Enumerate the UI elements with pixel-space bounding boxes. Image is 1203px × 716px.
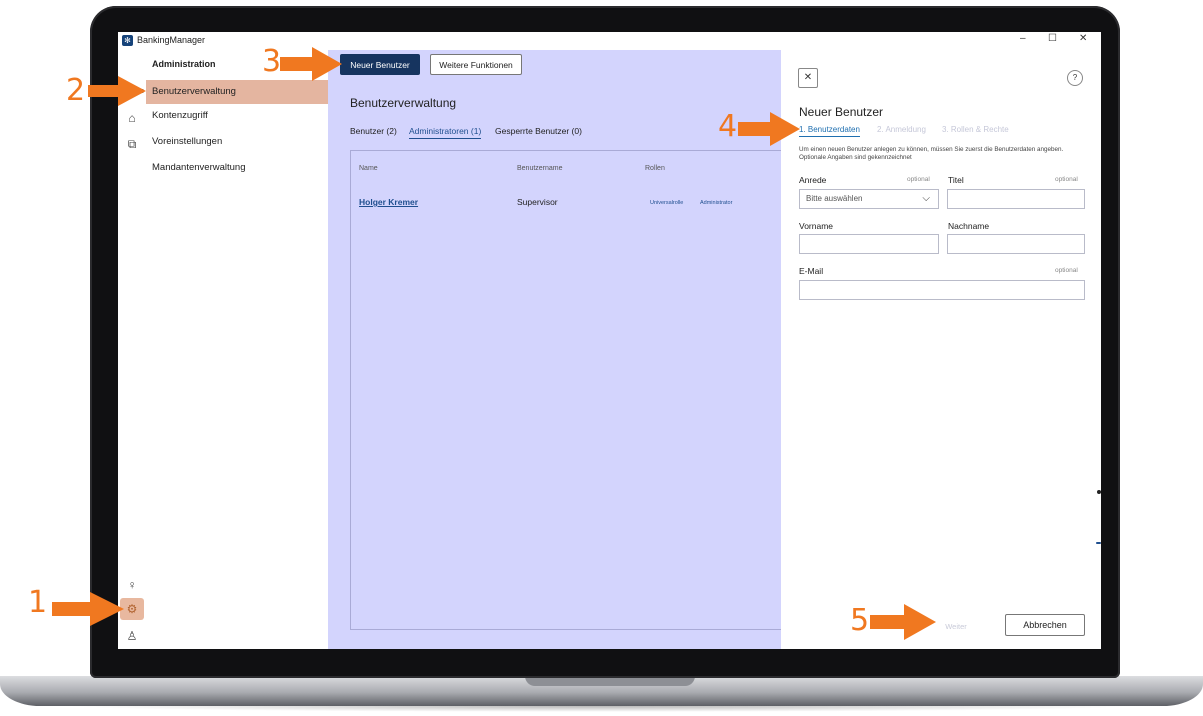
close-icon[interactable]: ✕ bbox=[798, 68, 818, 88]
tab-administratoren[interactable]: Administratoren (1) bbox=[409, 126, 482, 139]
vorname-input[interactable] bbox=[799, 234, 939, 254]
column-header-roles: Rollen bbox=[645, 165, 665, 172]
orange-arrow-icon bbox=[52, 592, 124, 626]
nachname-input[interactable] bbox=[947, 234, 1085, 254]
marker-number: 4 bbox=[718, 109, 738, 144]
anrede-select-value: Bitte auswählen bbox=[806, 194, 863, 203]
form-hint: Um einen neuen Benutzer anlegen zu könne… bbox=[799, 146, 1064, 161]
help-icon[interactable]: ? bbox=[1067, 70, 1083, 86]
vorname-label: Vorname bbox=[799, 221, 834, 231]
marker-number: 3 bbox=[262, 44, 282, 79]
orange-arrow-icon bbox=[738, 112, 800, 146]
email-input[interactable] bbox=[799, 280, 1085, 300]
titel-optional-label: optional bbox=[1055, 176, 1078, 183]
page-title: Benutzerverwaltung bbox=[350, 96, 457, 110]
marker-number: 5 bbox=[850, 603, 870, 638]
column-header-name: Name bbox=[359, 165, 378, 172]
tab-gesperrte-benutzer[interactable]: Gesperrte Benutzer (0) bbox=[495, 126, 582, 136]
anrede-select[interactable]: Bitte auswählen ⌵ bbox=[799, 189, 939, 209]
users-table: Name Benutzername Rollen Holger Kremer S… bbox=[350, 150, 782, 630]
step-rollen-rechte[interactable]: 3. Rollen & Rechte bbox=[942, 125, 1009, 134]
orange-arrow-icon bbox=[280, 47, 342, 81]
tab-benutzer[interactable]: Benutzer (2) bbox=[350, 126, 397, 136]
nav-item-kontenzugriff[interactable]: Kontenzugriff bbox=[146, 104, 328, 128]
step-benutzerdaten[interactable]: 1. Benutzerdaten bbox=[799, 125, 860, 137]
cancel-button[interactable]: Abbrechen bbox=[1005, 614, 1085, 636]
main-content: Neuer Benutzer Weitere Funktionen Benutz… bbox=[328, 50, 782, 649]
marker-number: 1 bbox=[28, 585, 48, 620]
close-window-button[interactable]: ✕ bbox=[1079, 33, 1087, 44]
step-anmeldung[interactable]: 2. Anmeldung bbox=[877, 125, 926, 134]
payments-icon[interactable]: ⧉ bbox=[124, 136, 140, 152]
anrede-optional-label: optional bbox=[907, 176, 930, 183]
column-header-username: Benutzername bbox=[517, 165, 563, 172]
maximize-button[interactable]: ☐ bbox=[1048, 33, 1057, 44]
new-user-button[interactable]: Neuer Benutzer bbox=[340, 54, 420, 75]
user-name-link[interactable]: Holger Kremer bbox=[359, 197, 418, 207]
edge-indicator bbox=[1096, 542, 1101, 544]
app-screen: ✻ BankingManager – ☐ ✕ ⌂ ⧉ ♀ ⚙ ♙ Adminis… bbox=[118, 32, 1101, 649]
orange-arrow-icon bbox=[88, 76, 146, 106]
edge-indicator bbox=[1097, 490, 1101, 494]
user-icon[interactable]: ♙ bbox=[124, 628, 140, 644]
bank-icon[interactable]: ⌂ bbox=[124, 110, 140, 126]
window-title: BankingManager bbox=[137, 35, 206, 45]
support-icon[interactable]: ♀ bbox=[124, 577, 140, 593]
user-username: Supervisor bbox=[517, 197, 558, 207]
drawer-title: Neuer Benutzer bbox=[799, 105, 884, 119]
role-badge: Universalrolle bbox=[650, 200, 684, 206]
new-user-drawer: ✕ ? Neuer Benutzer 1. Benutzerdaten 2. A… bbox=[781, 50, 1101, 649]
email-optional-label: optional bbox=[1055, 267, 1078, 274]
chevron-down-icon: ⌵ bbox=[922, 193, 930, 204]
app-logo-icon: ✻ bbox=[122, 35, 133, 46]
marker-number: 2 bbox=[66, 73, 86, 108]
email-label: E-Mail bbox=[799, 266, 824, 276]
nav-item-benutzerverwaltung[interactable]: Benutzerverwaltung bbox=[146, 80, 328, 104]
nav-header: Administration bbox=[152, 59, 216, 69]
titel-label: Titel bbox=[948, 175, 964, 185]
icon-rail: ⌂ ⧉ ♀ ⚙ ♙ bbox=[118, 50, 147, 649]
nav-item-mandantenverwaltung[interactable]: Mandantenverwaltung bbox=[146, 156, 328, 180]
admin-nav-panel: Administration Benutzerverwaltung Konten… bbox=[146, 50, 328, 649]
nachname-label: Nachname bbox=[948, 221, 990, 231]
role-badge: Administrator bbox=[700, 200, 733, 206]
nav-item-voreinstellungen[interactable]: Voreinstellungen bbox=[146, 130, 328, 154]
titel-input[interactable] bbox=[947, 189, 1085, 209]
anrede-label: Anrede bbox=[799, 175, 827, 185]
minimize-button[interactable]: – bbox=[1020, 33, 1026, 44]
more-functions-button[interactable]: Weitere Funktionen bbox=[430, 54, 522, 75]
orange-arrow-icon bbox=[870, 604, 936, 640]
